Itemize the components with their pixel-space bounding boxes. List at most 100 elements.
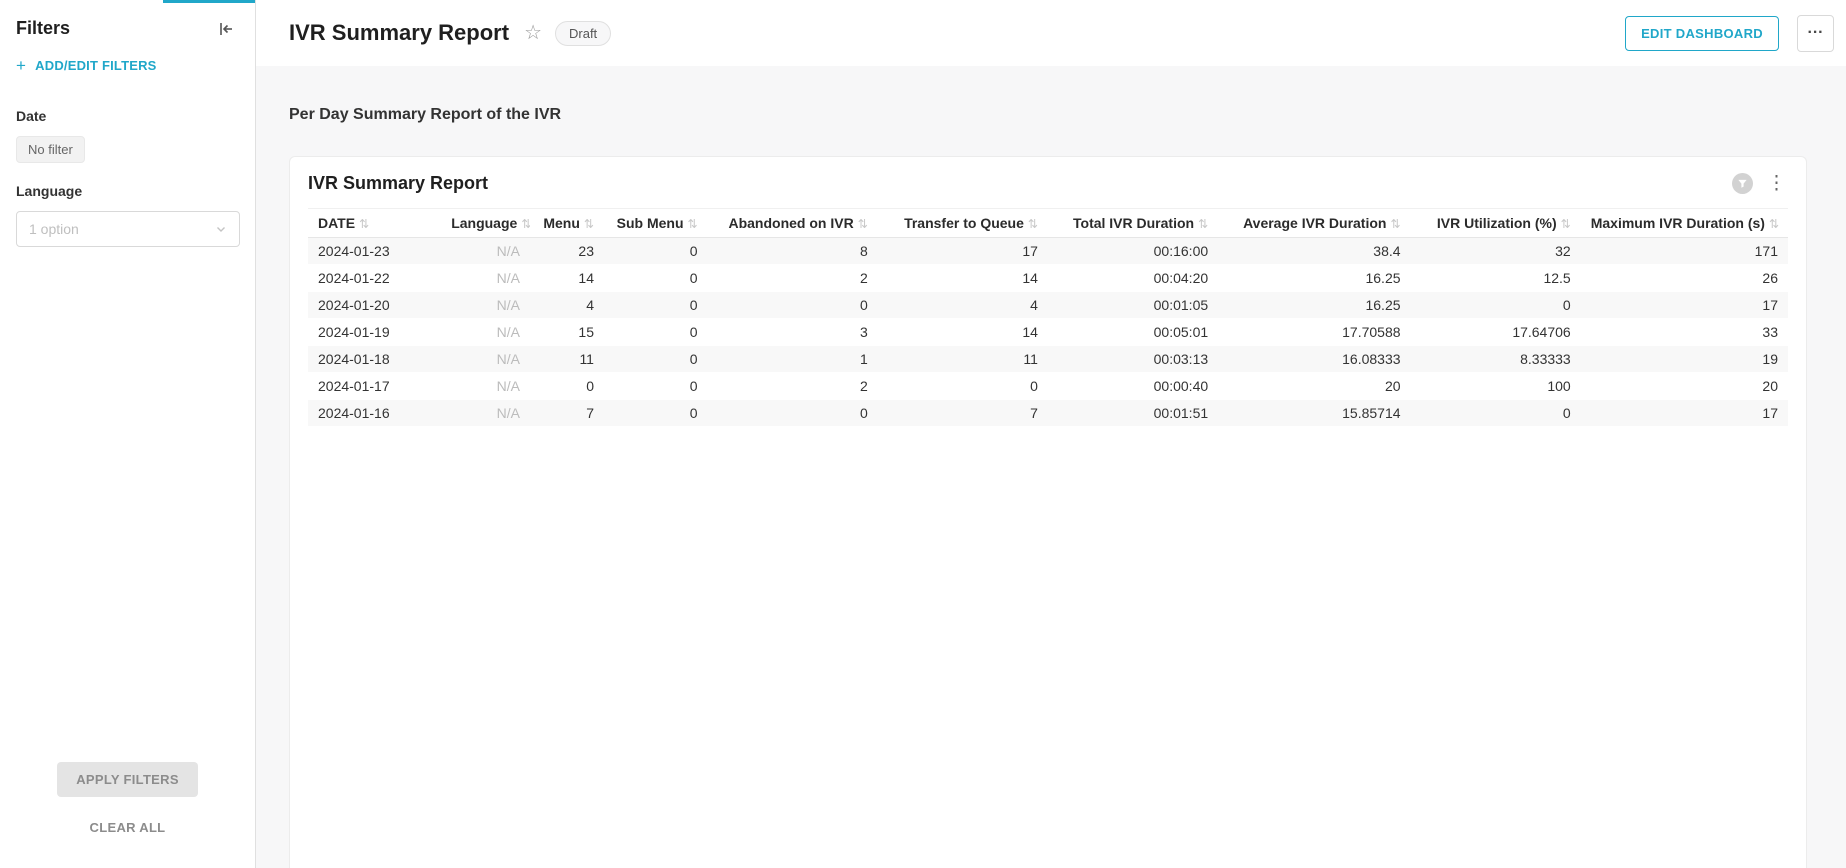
table-cell: N/A [441, 400, 530, 427]
table-cell: 2 [708, 373, 878, 400]
table-cell: 20 [1218, 373, 1410, 400]
table-cell: 8 [708, 238, 878, 265]
column-label: Sub Menu [617, 215, 684, 231]
sort-icon[interactable]: ⇅ [1769, 217, 1779, 231]
date-filter-label: Date [16, 108, 239, 124]
column-label: Total IVR Duration [1073, 215, 1194, 231]
table-cell: 0 [604, 400, 708, 427]
column-label: DATE [318, 215, 355, 231]
table-cell: 00:01:51 [1048, 400, 1218, 427]
language-select[interactable]: 1 option [16, 211, 240, 247]
table-cell: 00:04:20 [1048, 265, 1218, 292]
dashboard-menu-button[interactable]: ··· [1797, 15, 1834, 52]
table-cell: 11 [530, 346, 604, 373]
column-header[interactable]: Sub Menu ⇅ [604, 209, 708, 238]
column-header[interactable]: DATE ⇅ [308, 209, 441, 238]
column-header[interactable]: Maximum IVR Duration (s) ⇅ [1581, 209, 1788, 238]
table-cell: 3 [708, 319, 878, 346]
table-cell: 171 [1581, 238, 1788, 265]
table-body: 2024-01-23N/A23081700:16:0038.4321712024… [308, 238, 1788, 427]
language-filter-label: Language [16, 183, 239, 199]
table-cell: 19 [1581, 346, 1788, 373]
table-cell: 2 [708, 265, 878, 292]
table-cell: 00:00:40 [1048, 373, 1218, 400]
table-cell: 00:01:05 [1048, 292, 1218, 319]
table-row: 2024-01-23N/A23081700:16:0038.432171 [308, 238, 1788, 265]
table-row: 2024-01-17N/A002000:00:402010020 [308, 373, 1788, 400]
markdown-header: Per Day Summary Report of the IVR [289, 106, 1807, 124]
favorite-star-icon[interactable]: ☆ [524, 23, 542, 43]
table-cell: 16.25 [1218, 265, 1410, 292]
table-row: 2024-01-16N/A700700:01:5115.85714017 [308, 400, 1788, 427]
table-cell: N/A [441, 319, 530, 346]
column-label: Abandoned on IVR [728, 215, 853, 231]
table-cell: N/A [441, 292, 530, 319]
table-cell: 17 [878, 238, 1048, 265]
table-cell: 26 [1581, 265, 1788, 292]
column-header[interactable]: Total IVR Duration ⇅ [1048, 209, 1218, 238]
table-cell: 0 [604, 238, 708, 265]
column-header[interactable]: Average IVR Duration ⇅ [1218, 209, 1410, 238]
table-cell: 0 [878, 373, 1048, 400]
sort-icon[interactable]: ⇅ [521, 217, 530, 231]
column-header[interactable]: Abandoned on IVR ⇅ [708, 209, 878, 238]
column-header[interactable]: Transfer to Queue ⇅ [878, 209, 1048, 238]
table-cell: 2024-01-22 [308, 265, 441, 292]
clear-all-button[interactable]: CLEAR ALL [84, 819, 172, 836]
ivr-summary-card: IVR Summary Report ⋮ DATE⇅Language⇅Menu⇅… [289, 156, 1807, 868]
table-cell: 7 [878, 400, 1048, 427]
draft-badge: Draft [555, 21, 611, 46]
language-select-value: 1 option [29, 221, 79, 237]
table-row: 2024-01-20N/A400400:01:0516.25017 [308, 292, 1788, 319]
filters-sidebar: Filters + ADD/EDIT FILTERS Date No filte… [0, 0, 256, 868]
collapse-left-icon [217, 20, 235, 38]
table-cell: 16.08333 [1218, 346, 1410, 373]
table-cell: 17.70588 [1218, 319, 1410, 346]
table-cell: 16.25 [1218, 292, 1410, 319]
column-header[interactable]: Language⇅ [441, 209, 530, 238]
table-cell: N/A [441, 373, 530, 400]
sort-icon[interactable]: ⇅ [688, 217, 698, 231]
sort-icon[interactable]: ⇅ [1390, 217, 1400, 231]
summary-table: DATE⇅Language⇅Menu⇅Sub Menu⇅Abandoned on… [308, 208, 1788, 427]
table-cell: 20 [1581, 373, 1788, 400]
table-cell: N/A [441, 346, 530, 373]
column-label: Average IVR Duration [1243, 215, 1386, 231]
table-cell: 14 [878, 265, 1048, 292]
column-label: Maximum IVR Duration (s) [1591, 215, 1765, 231]
table-cell: 15 [530, 319, 604, 346]
column-header[interactable]: IVR Utilization (%)⇅ [1411, 209, 1581, 238]
date-filter-value-chip: No filter [16, 136, 85, 163]
table-cell: 00:05:01 [1048, 319, 1218, 346]
main-area: IVR Summary Report ☆ Draft EDIT DASHBOAR… [256, 0, 1846, 868]
collapse-filters-button[interactable] [217, 20, 235, 38]
table-cell: 23 [530, 238, 604, 265]
table-row: 2024-01-18N/A11011100:03:1316.083338.333… [308, 346, 1788, 373]
table-cell: 17 [1581, 400, 1788, 427]
cross-filter-button[interactable] [1732, 173, 1753, 194]
page-title: IVR Summary Report [289, 20, 509, 46]
plus-icon: + [16, 57, 26, 74]
table-cell: 2024-01-18 [308, 346, 441, 373]
sort-icon[interactable]: ⇅ [1561, 217, 1571, 231]
card-menu-button[interactable]: ⋮ [1765, 174, 1788, 193]
table-cell: 0 [708, 400, 878, 427]
column-label: Transfer to Queue [904, 215, 1024, 231]
chevron-down-icon [215, 223, 227, 235]
add-edit-filters-button[interactable]: + ADD/EDIT FILTERS [0, 45, 255, 94]
apply-filters-button[interactable]: APPLY FILTERS [57, 762, 198, 797]
filters-title: Filters [16, 18, 70, 39]
table-cell: 2024-01-20 [308, 292, 441, 319]
sort-icon[interactable]: ⇅ [1198, 217, 1208, 231]
sort-icon[interactable]: ⇅ [359, 217, 369, 231]
edit-dashboard-button[interactable]: EDIT DASHBOARD [1625, 16, 1779, 51]
table-cell: 32 [1411, 238, 1581, 265]
table-cell: 4 [878, 292, 1048, 319]
sort-icon[interactable]: ⇅ [584, 217, 594, 231]
table-cell: 0 [604, 373, 708, 400]
table-cell: 7 [530, 400, 604, 427]
table-cell: 1 [708, 346, 878, 373]
sort-icon[interactable]: ⇅ [1028, 217, 1038, 231]
column-header[interactable]: Menu⇅ [530, 209, 604, 238]
sort-icon[interactable]: ⇅ [858, 217, 868, 231]
